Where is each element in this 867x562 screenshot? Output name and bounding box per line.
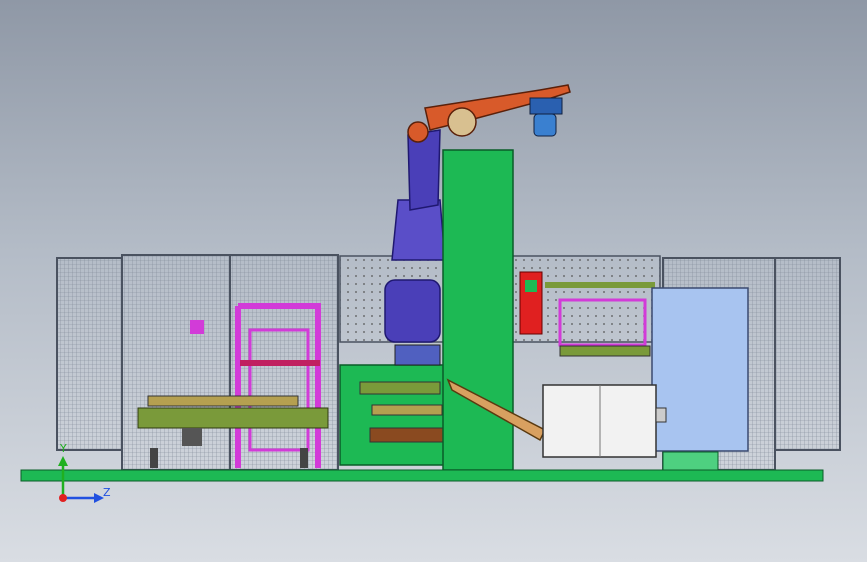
center-machine xyxy=(339,344,451,466)
base-plate xyxy=(20,469,824,482)
white-cabinet xyxy=(542,384,667,458)
blue-enclosure xyxy=(651,287,749,452)
triad-z-label: Z xyxy=(103,486,111,499)
right-green-block xyxy=(662,451,719,473)
green-tower xyxy=(442,149,514,471)
triad-y-label: Y xyxy=(59,442,67,455)
cad-viewport[interactable]: Y Z xyxy=(0,0,867,562)
